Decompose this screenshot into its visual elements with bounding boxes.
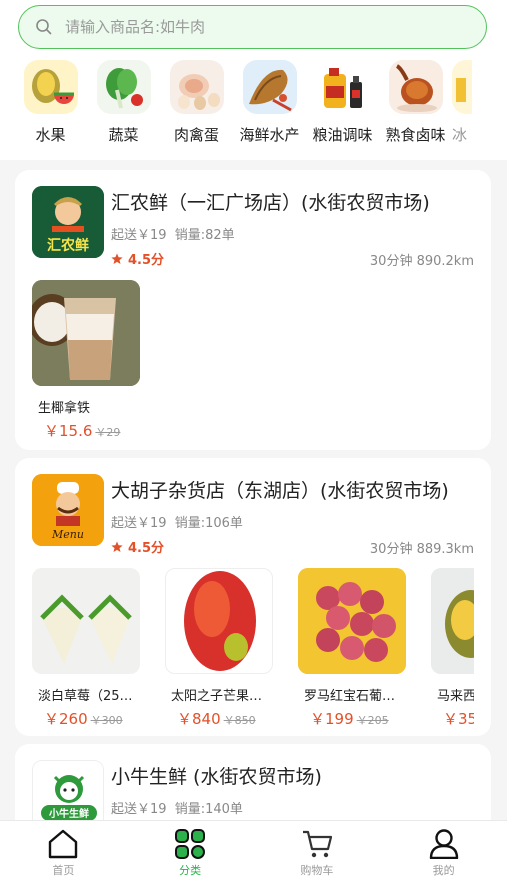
category-label: 蔬菜 [108,126,139,144]
shop-logo-text: 小牛生鲜 [48,807,89,820]
price-old: ￥205 [356,714,389,727]
product-card[interactable]: 马来西亚榴莲 ￥35 [431,568,474,729]
category-label: 肉禽蛋 [173,126,219,144]
sales-count: 销量:106单 [174,516,243,531]
shop-logo-text: 汇农鲜 [47,237,89,254]
delivery-distance: 30分钟 890.2km [369,254,474,269]
sales-count: 销量:140单 [174,802,243,817]
price-now: ￥15.6 [44,422,93,440]
shop-name: 汇农鲜（一汇广场店）(水街农贸市场) [111,192,430,214]
star-icon [111,253,123,264]
price-old: ￥29 [95,426,121,439]
tab-label: 首页 [52,864,75,877]
price-now: ￥260 [44,710,88,728]
price-now: ￥35 [443,710,474,728]
price-now: ￥199 [310,710,354,728]
tab-label: 分类 [179,864,202,877]
tab-label: 购物车 [300,864,334,877]
search-icon [36,19,52,35]
tab-category[interactable]: 分类 [127,821,254,879]
shop-rating: 4.5分 [111,537,164,556]
category-label: 水果 [35,126,66,144]
seafood-icon [242,60,297,114]
product-name: 淡白草莓（25粒装） [38,689,140,704]
frozen-icon [452,60,472,114]
category-label: 海鲜水产 [239,126,300,144]
product-card[interactable]: 生椰拿铁 ￥15.6 ￥29 [32,280,140,441]
product-name: 马来西亚榴莲 [437,689,474,704]
category-seafood[interactable]: 海鲜水产 [233,60,306,156]
rating-value: 4.5分 [128,541,165,556]
product-price: ￥35 [431,708,474,729]
product-name: 太阳之子芒果（1个） [171,689,273,704]
shop-logo: Menu [32,474,104,546]
cart-icon [302,830,332,858]
product-card[interactable]: 太阳之子芒果（1个） ￥840￥850 [165,568,273,729]
product-image [32,568,140,674]
shop-logo: 汇农鲜 [32,186,104,258]
category-icon [175,829,206,859]
star-icon [111,541,123,552]
shop-meta: 起送￥19 销量:140单 [111,798,247,817]
product-name: 生椰拿铁 [38,401,91,416]
tab-cart[interactable]: 购物车 [254,821,381,879]
delivery-distance: 30分钟 889.3km [369,542,474,557]
shop-meta: 起送￥19 销量:82单 [111,224,239,243]
product-image [298,568,406,674]
product-image [32,280,140,386]
shop-name: 小牛生鲜 (水街农贸市场) [111,766,322,788]
product-card[interactable]: 罗马红宝石葡萄（1串） ￥199￥205 [298,568,406,729]
grain-oil-icon [315,60,370,114]
category-frozen[interactable]: 冰 [452,60,492,156]
min-order: 起送￥19 [111,228,167,243]
shop-meta: 起送￥19 销量:106单 [111,512,247,531]
product-image [431,568,474,674]
price-old: ￥300 [90,714,123,727]
shop-card[interactable]: Menu 大胡子杂货店（东湖店）(水街农贸市场) 起送￥19 销量:106单 4… [15,458,491,736]
tab-home[interactable]: 首页 [0,821,127,879]
shop-logo-text: Menu [51,528,84,541]
product-name: 罗马红宝石葡萄（1串） [304,689,406,704]
cooked-food-icon [388,60,443,114]
price-old: ￥850 [223,714,256,727]
product-card[interactable]: 淡白草莓（25粒装） ￥260￥300 [32,568,140,729]
product-image [165,568,273,674]
category-vegetable[interactable]: 蔬菜 [87,60,160,156]
category-label: 熟食卤味 [385,126,446,144]
category-bar: 水果 蔬菜 肉禽蛋 海鲜水产 粮油调味 熟食卤味 冰 [0,60,507,156]
product-list: 生椰拿铁 ￥15.6 ￥29 [32,280,474,441]
category-fruit[interactable]: 水果 [14,60,87,156]
category-cooked-food[interactable]: 熟食卤味 [379,60,452,156]
min-order: 起送￥19 [111,802,167,817]
shop-name: 大胡子杂货店（东湖店）(水街农贸市场) [111,480,449,502]
user-icon [429,829,458,859]
rating-value: 4.5分 [128,253,165,268]
min-order: 起送￥19 [111,516,167,531]
product-price: ￥260 ￥300 [32,708,140,729]
search-input[interactable] [65,18,465,36]
product-price: ￥199 ￥205 [298,708,406,729]
sales-count: 销量:82单 [174,228,235,243]
bottom-tab-bar: 首页 分类 购物车 我的 [0,820,507,879]
shop-rating: 4.5分 [111,249,164,268]
category-grain-oil[interactable]: 粮油调味 [306,60,379,156]
header-area: 水果 蔬菜 [0,0,507,160]
category-label: 冰 [452,126,468,144]
product-price: ￥840 ￥850 [165,708,273,729]
tab-profile[interactable]: 我的 [380,821,507,879]
product-list: 淡白草莓（25粒装） ￥260￥300 太阳之子芒果（1个） ￥840￥850 [32,568,474,729]
tab-label: 我的 [432,864,455,877]
meat-egg-icon [169,60,224,114]
shop-card[interactable]: 汇农鲜 汇农鲜（一汇广场店）(水街农贸市场) 起送￥19 销量:82单 4.5分… [15,170,491,450]
home-icon [49,829,78,859]
price-now: ￥840 [177,710,221,728]
category-label: 粮油调味 [312,126,373,144]
category-meat-egg[interactable]: 肉禽蛋 [160,60,233,156]
fruit-icon [23,60,78,114]
product-price: ￥15.6 ￥29 [32,420,140,441]
vegetable-icon [96,60,151,114]
search-bar[interactable] [18,5,487,49]
